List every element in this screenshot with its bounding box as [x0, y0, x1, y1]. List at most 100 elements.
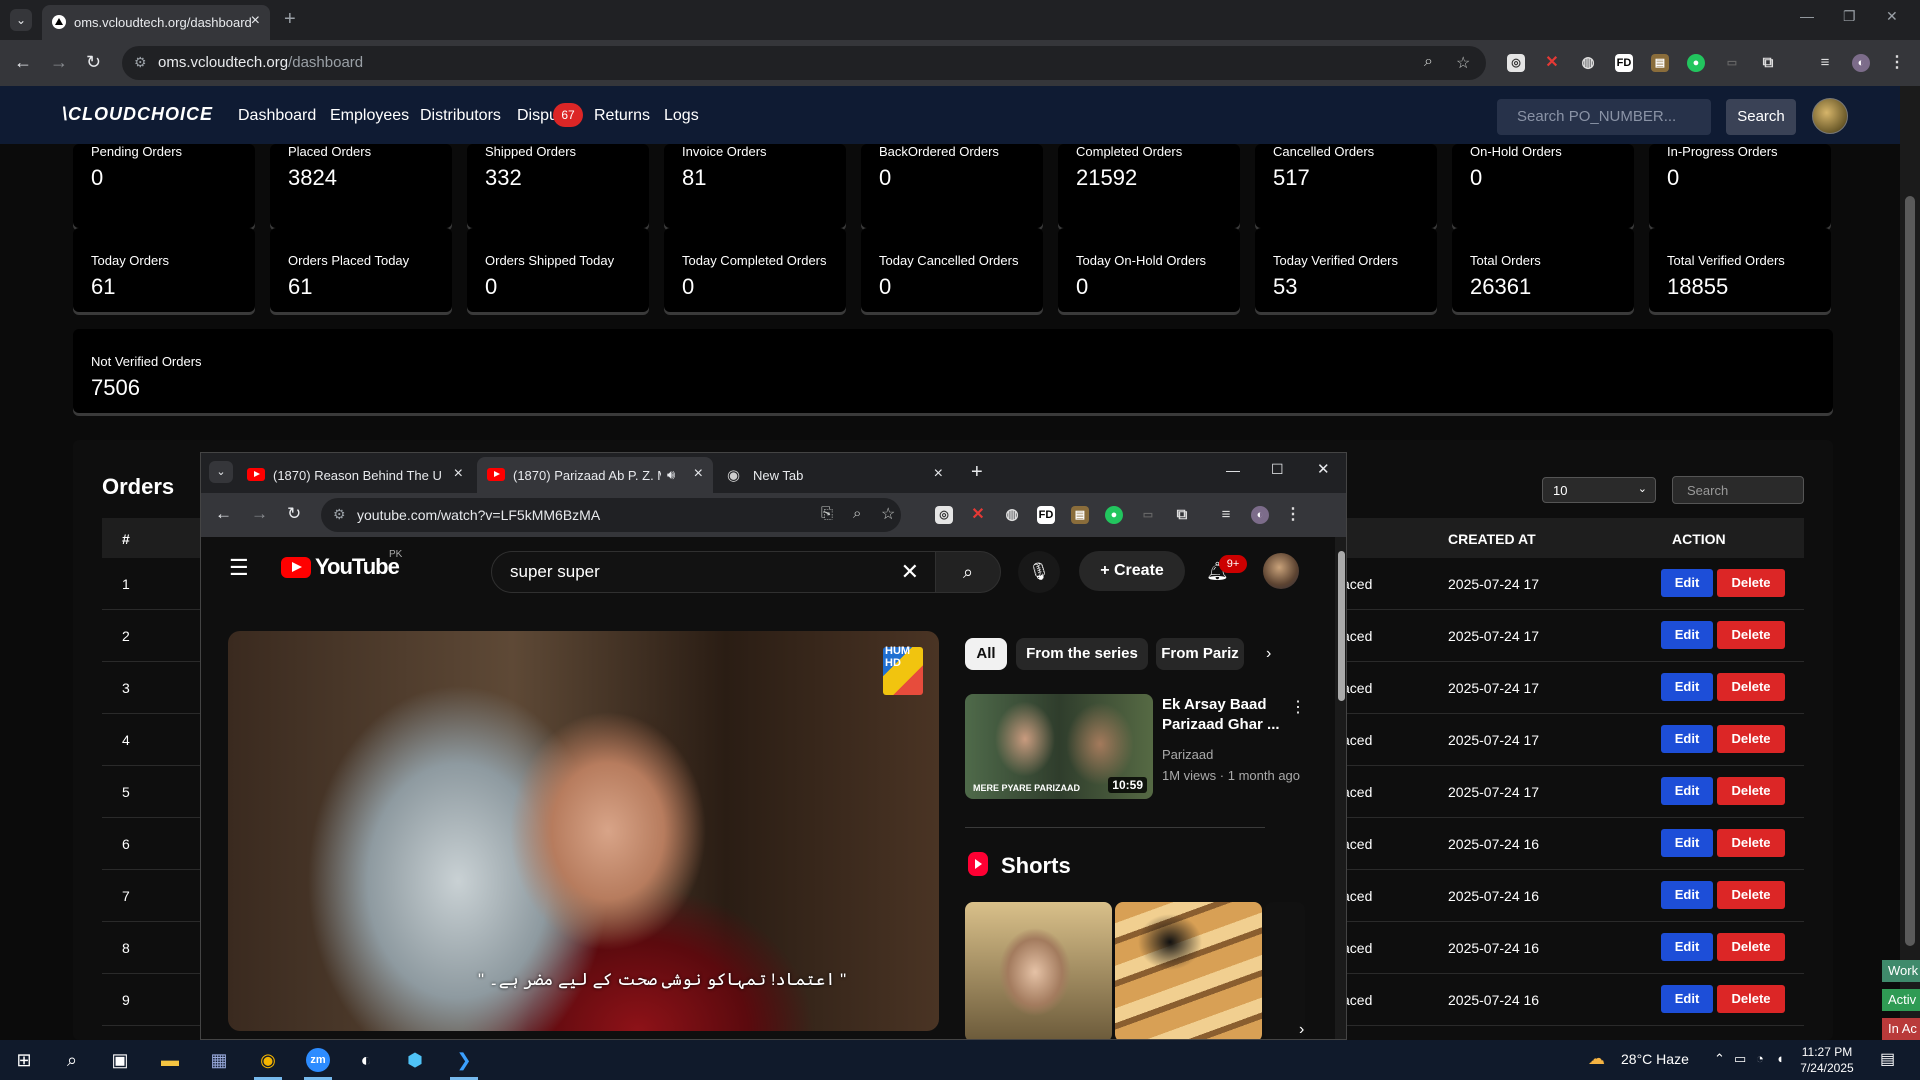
zoom-icon[interactable]: ⌕ — [1424, 53, 1433, 71]
chevron-up-icon[interactable]: ⌃ — [1714, 1051, 1725, 1067]
scrollbar-thumb[interactable] — [1338, 551, 1345, 701]
extension-globe-icon[interactable]: ◍ — [1003, 506, 1021, 524]
volume-icon[interactable]: ◖ — [1776, 1051, 1784, 1066]
delete-button[interactable]: Delete — [1717, 569, 1785, 597]
windows-start-icon[interactable]: ⊞ — [12, 1048, 36, 1072]
youtube-avatar[interactable] — [1263, 553, 1299, 589]
create-button[interactable]: + Create — [1079, 551, 1185, 591]
wifi-icon[interactable]: ◔ — [1756, 1051, 1764, 1066]
chip-all[interactable]: All — [965, 638, 1007, 670]
media-control-icon[interactable]: ≡ — [1816, 54, 1834, 72]
edit-button[interactable]: Edit — [1661, 829, 1713, 857]
hamburger-menu-icon[interactable]: ☰ — [229, 555, 249, 581]
delete-button[interactable]: Delete — [1717, 621, 1785, 649]
maximize-window-button[interactable]: ☐ — [1271, 461, 1284, 478]
chevron-right-icon[interactable]: › — [1266, 645, 1271, 663]
nav-dashboard[interactable]: Dashboard — [238, 107, 316, 125]
site-info-icon[interactable]: ⚙ — [134, 54, 147, 71]
nav-employees[interactable]: Employees — [330, 107, 409, 125]
edit-button[interactable]: Edit — [1661, 673, 1713, 701]
bookmark-star-icon[interactable]: ☆ — [1456, 53, 1470, 73]
browser-tab[interactable]: (1870) Reason Behind The Unre × — [237, 457, 473, 493]
media-control-icon[interactable]: ≡ — [1217, 506, 1235, 524]
audio-playing-icon[interactable]: 🔊︎ — [667, 467, 675, 483]
store-icon[interactable]: ▦ — [207, 1048, 231, 1072]
browser-tab-active[interactable]: (1870) Parizaad Ab P. Z. Mir 🔊︎ × — [477, 457, 713, 493]
close-window-button[interactable]: ✕ — [1317, 460, 1330, 478]
tab-search-button[interactable]: ⌄ — [209, 461, 233, 483]
side-tab-work[interactable]: Work — [1882, 960, 1920, 982]
per-page-select[interactable]: 10 ⌄ — [1542, 477, 1656, 503]
extension-glasses-icon[interactable]: ◎ — [1507, 54, 1525, 72]
chip-from-series[interactable]: From the series — [1016, 638, 1148, 670]
install-app-icon[interactable]: ⎘ — [821, 505, 833, 522]
table-search-input[interactable]: Search — [1672, 476, 1804, 504]
address-bar[interactable]: ⚙ oms.vcloudtech.org/dashboard ⌕ ☆ — [122, 46, 1486, 80]
short-thumbnail[interactable] — [1115, 902, 1262, 1039]
app-icon[interactable]: ◐ — [354, 1048, 378, 1072]
page-scrollbar[interactable] — [1900, 86, 1920, 1040]
extension-photo-icon[interactable]: ▤ — [1071, 506, 1089, 524]
clear-search-icon[interactable]: ✕ — [901, 559, 919, 585]
reload-icon[interactable]: ↻ — [287, 504, 301, 524]
youtube-search-input[interactable]: super super ✕ — [491, 551, 936, 593]
more-options-icon[interactable]: ⋮ — [1290, 697, 1306, 717]
browser-tab[interactable]: ◉ New Tab × — [717, 457, 953, 493]
extension-fd-icon[interactable]: FD — [1615, 54, 1633, 72]
edit-button[interactable]: Edit — [1661, 725, 1713, 753]
extension-globe-icon[interactable]: ◍ — [1579, 54, 1597, 72]
new-tab-button[interactable]: + — [284, 8, 296, 31]
delete-button[interactable]: Delete — [1717, 881, 1785, 909]
search-icon[interactable]: ⌕ — [60, 1048, 84, 1072]
task-view-icon[interactable]: ▣ — [108, 1048, 132, 1072]
youtube-wordmark[interactable]: YouTube — [315, 554, 400, 580]
file-explorer-icon[interactable]: ▬ — [158, 1048, 182, 1072]
close-window-button[interactable]: ✕ — [1886, 8, 1898, 25]
extension-green-icon[interactable]: ● — [1105, 506, 1123, 524]
extension-photo-icon[interactable]: ▤ — [1651, 54, 1669, 72]
address-url[interactable]: youtube.com/watch?v=LF5kMM6BzMA — [357, 507, 600, 523]
recommended-video-channel[interactable]: Parizaad — [1162, 747, 1213, 762]
weather-icon[interactable]: ☁ — [1588, 1049, 1605, 1069]
forward-arrow-icon[interactable]: → — [50, 52, 68, 73]
recommended-video-title[interactable]: Ek Arsay Baad Parizaad Ghar ... — [1162, 695, 1282, 735]
tab-search-button[interactable]: ⌄ — [10, 9, 32, 31]
browser-tab-active[interactable]: oms.vcloudtech.org/dashboard × — [42, 5, 270, 40]
battery-icon[interactable]: ▭ — [1734, 1051, 1746, 1067]
close-tab-icon[interactable]: × — [454, 465, 463, 483]
edit-button[interactable]: Edit — [1661, 985, 1713, 1013]
bookmark-star-icon[interactable]: ☆ — [881, 504, 895, 524]
chrome-taskbar-icon[interactable]: ◉ — [256, 1048, 280, 1072]
notification-center-icon[interactable]: ▤ — [1880, 1049, 1895, 1069]
weather-text[interactable]: 28°C Haze — [1621, 1051, 1689, 1067]
delete-button[interactable]: Delete — [1717, 777, 1785, 805]
youtube-logo-icon[interactable] — [281, 557, 311, 578]
profile-avatar[interactable]: ◐ — [1852, 54, 1870, 72]
edit-button[interactable]: Edit — [1661, 621, 1713, 649]
nav-logs[interactable]: Logs — [664, 107, 699, 125]
zoom-app-icon[interactable]: zm — [306, 1048, 330, 1072]
short-thumbnail[interactable] — [965, 902, 1112, 1039]
recommended-video-thumbnail[interactable]: MERE PYARE PARIZAAD 10:59 — [965, 694, 1153, 799]
site-info-icon[interactable]: ⚙ — [333, 506, 346, 523]
system-clock[interactable]: 11:27 PM 7/24/2025 — [1792, 1044, 1862, 1076]
extensions-puzzle-icon[interactable]: ⧉ — [1173, 506, 1191, 524]
profile-avatar[interactable]: ◐ — [1251, 506, 1269, 524]
delete-button[interactable]: Delete — [1717, 725, 1785, 753]
po-number-search-input[interactable]: Search PO_NUMBER... — [1497, 99, 1711, 135]
video-player[interactable]: HUM HD " اعتماد! تمہاکو نوشی صحت کے لیے … — [228, 631, 939, 1031]
edit-button[interactable]: Edit — [1661, 777, 1713, 805]
minimize-window-button[interactable]: — — [1226, 462, 1240, 478]
restore-window-button[interactable]: ❐ — [1843, 8, 1856, 25]
zoom-icon[interactable]: ⌕ — [853, 505, 861, 522]
nav-distributors[interactable]: Distributors — [420, 107, 501, 125]
back-arrow-icon[interactable]: ← — [14, 52, 32, 73]
microphone-icon[interactable]: 🎙︎ — [1018, 551, 1060, 593]
extension-cast-icon[interactable]: ▭ — [1723, 54, 1741, 72]
short-thumbnail[interactable] — [1265, 902, 1305, 1039]
youtube-scrollbar[interactable] — [1335, 537, 1346, 1039]
address-url[interactable]: oms.vcloudtech.org/dashboard — [158, 54, 363, 71]
user-avatar[interactable] — [1812, 98, 1848, 134]
reload-icon[interactable]: ↻ — [86, 52, 101, 73]
delete-button[interactable]: Delete — [1717, 673, 1785, 701]
